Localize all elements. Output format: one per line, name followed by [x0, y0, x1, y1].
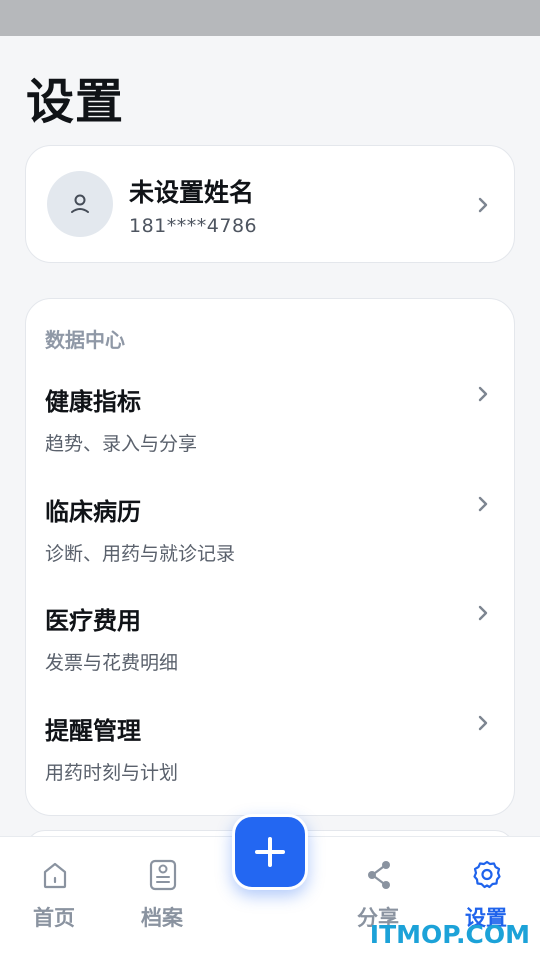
menu-item-subtitle: 趋势、录入与分享 [45, 433, 198, 455]
data-center-card: 数据中心 健康指标 趋势、录入与分享 临床病历 诊断、用药与就诊记录 医疗费用 … [25, 298, 515, 816]
chevron-right-icon [478, 715, 488, 731]
document-icon [149, 859, 177, 891]
profile-name: 未设置姓名 [129, 178, 255, 207]
menu-item-subtitle: 发票与花费明细 [45, 652, 179, 674]
section-label-data-center: 数据中心 [45, 328, 125, 352]
profile-phone: 181****4786 [129, 215, 258, 237]
chevron-right-icon [478, 605, 488, 621]
menu-item-subtitle: 用药时刻与计划 [45, 762, 179, 784]
user-icon [71, 194, 89, 213]
share-icon [368, 861, 390, 889]
menu-item-clinical-records[interactable]: 临床病历 诊断、用药与就诊记录 [26, 492, 514, 592]
status-bar [0, 0, 540, 36]
avatar [47, 171, 113, 237]
chevron-right-icon [478, 197, 488, 213]
tab-home[interactable]: 首页 [4, 837, 104, 947]
menu-item-medical-expenses[interactable]: 医疗费用 发票与花费明细 [26, 601, 514, 701]
add-button[interactable] [232, 814, 308, 890]
page-title: 设置 [26, 74, 125, 130]
chevron-right-icon [478, 496, 488, 512]
menu-item-title: 健康指标 [45, 388, 141, 416]
menu-item-title: 临床病历 [45, 498, 141, 526]
home-icon [43, 862, 67, 889]
chevron-right-icon [478, 386, 488, 402]
menu-item-title: 医疗费用 [45, 607, 141, 635]
menu-item-reminders[interactable]: 提醒管理 用药时刻与计划 [26, 711, 514, 811]
watermark: ITMOP.COM [369, 920, 530, 949]
tab-records[interactable]: 档案 [112, 837, 212, 947]
menu-item-title: 提醒管理 [45, 717, 141, 745]
tab-label: 档案 [141, 906, 183, 930]
gear-icon [473, 860, 501, 889]
profile-card[interactable]: 未设置姓名 181****4786 [25, 145, 515, 263]
menu-item-subtitle: 诊断、用药与就诊记录 [45, 543, 236, 565]
menu-item-health-metrics[interactable]: 健康指标 趋势、录入与分享 [26, 382, 514, 482]
tab-label: 首页 [33, 906, 75, 930]
plus-icon [255, 837, 285, 867]
